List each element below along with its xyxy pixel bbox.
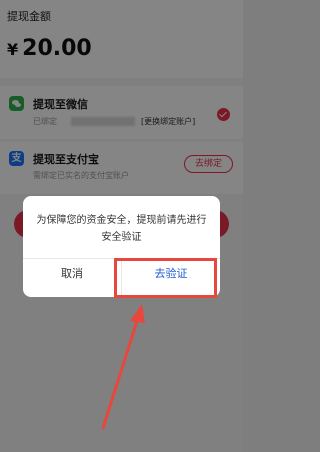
annotation-arrow-icon: [101, 304, 145, 430]
